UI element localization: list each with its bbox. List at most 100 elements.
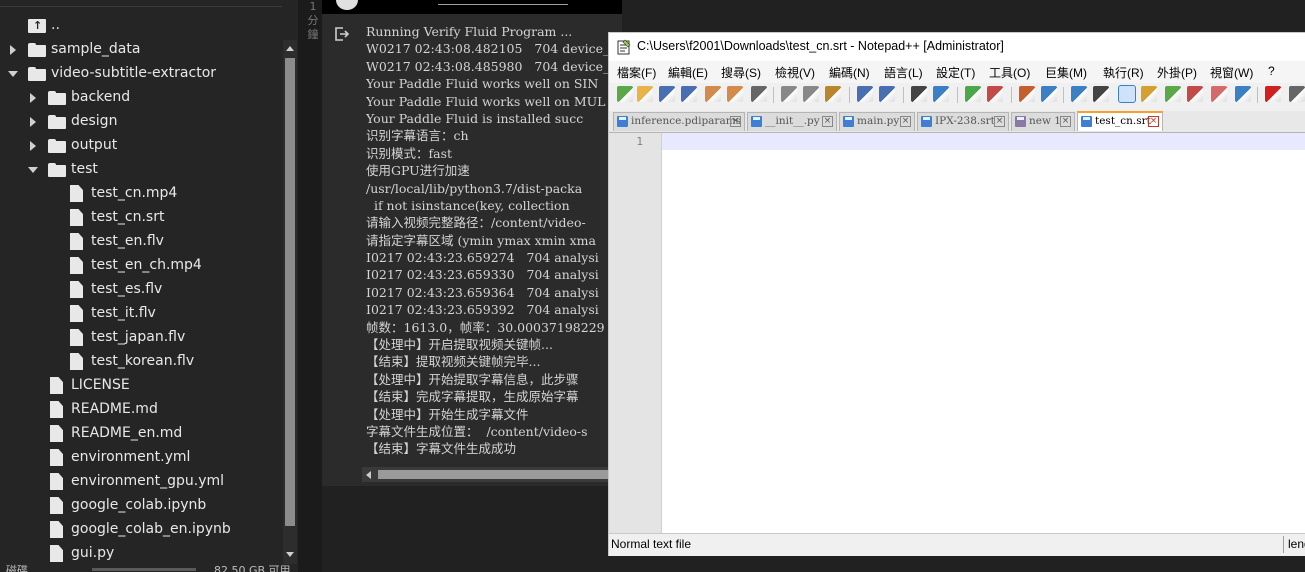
- folder-item[interactable]: backend: [0, 86, 280, 110]
- menu-item[interactable]: 視窗(W): [1210, 64, 1253, 81]
- file-item[interactable]: README_en.md: [0, 422, 280, 446]
- parent-directory-item[interactable]: ↑ ..: [0, 14, 280, 38]
- document-tab[interactable]: __init__.py ×: [747, 112, 837, 131]
- caret-down-icon[interactable]: [28, 167, 38, 173]
- scroll-up-icon[interactable]: [286, 46, 294, 51]
- sync-horizontal-icon[interactable]: [1041, 86, 1057, 102]
- menu-item[interactable]: 檔案(F): [617, 64, 656, 81]
- menu-item[interactable]: 搜尋(S): [721, 64, 761, 81]
- menu-item[interactable]: 編碼(N): [829, 64, 870, 81]
- close-file-icon[interactable]: [705, 86, 721, 102]
- file-item[interactable]: test_japan.flv: [0, 326, 280, 350]
- lang-define-icon[interactable]: [1141, 86, 1157, 102]
- copy-icon[interactable]: [803, 86, 819, 102]
- close-tab-icon[interactable]: ×: [994, 116, 1005, 127]
- document-tab[interactable]: inference.pdiparams ×: [613, 112, 745, 131]
- cut-icon[interactable]: [781, 86, 797, 102]
- file-item[interactable]: environment.yml: [0, 446, 280, 470]
- caret-right-icon[interactable]: [10, 45, 16, 55]
- tree-item-label: environment.yml: [71, 449, 191, 465]
- menu-item[interactable]: 檢視(V): [775, 64, 815, 81]
- show-all-chars-icon[interactable]: [1093, 86, 1109, 102]
- folder-item[interactable]: video-subtitle-extractor: [0, 62, 280, 86]
- save-state-icon: [751, 116, 762, 127]
- document-tab[interactable]: IPX-238.srt ×: [917, 112, 1009, 131]
- new-file-icon[interactable]: [617, 86, 633, 102]
- file-item[interactable]: google_colab_en.ipynb: [0, 518, 280, 542]
- file-item[interactable]: test_it.flv: [0, 302, 280, 326]
- file-item[interactable]: test_en.flv: [0, 230, 280, 254]
- menu-item[interactable]: 工具(O): [989, 64, 1030, 81]
- word-wrap-icon[interactable]: [1071, 86, 1087, 102]
- stop-macro-icon[interactable]: [1289, 86, 1305, 102]
- file-item[interactable]: test_es.flv: [0, 278, 280, 302]
- redo-icon[interactable]: [879, 86, 895, 102]
- document-tab[interactable]: new 1 ×: [1011, 112, 1075, 131]
- toolbar-separator: [849, 87, 850, 103]
- file-item[interactable]: google_colab.ipynb: [0, 494, 280, 518]
- close-tab-icon[interactable]: ×: [1148, 116, 1159, 127]
- folder-item[interactable]: output: [0, 134, 280, 158]
- paste-icon[interactable]: [825, 86, 841, 102]
- file-type-status: Normal text file: [611, 537, 692, 551]
- current-line-highlight[interactable]: [662, 133, 1305, 150]
- file-item[interactable]: environment_gpu.yml: [0, 470, 280, 494]
- indent-guide-icon[interactable]: [1118, 85, 1136, 103]
- file-browser-scrollbar[interactable]: [283, 40, 297, 564]
- doc-map-icon[interactable]: [1165, 86, 1181, 102]
- close-all-icon[interactable]: [727, 86, 743, 102]
- menu-item[interactable]: 語言(L): [884, 64, 923, 81]
- folder-item[interactable]: design: [0, 110, 280, 134]
- output-scrollbar-thumb[interactable]: [378, 470, 608, 479]
- caret-down-icon[interactable]: [8, 71, 18, 77]
- replace-icon[interactable]: [933, 86, 949, 102]
- save-all-icon[interactable]: [681, 86, 697, 102]
- scroll-left-icon[interactable]: [366, 471, 371, 479]
- toolbar-separator: [1063, 87, 1064, 103]
- file-item[interactable]: test_cn.srt: [0, 206, 280, 230]
- window-title-bar[interactable]: C:\Users\f2001\Downloads\test_cn.srt - N…: [609, 33, 1305, 61]
- file-item[interactable]: README.md: [0, 398, 280, 422]
- text-editor[interactable]: 1: [609, 133, 1305, 533]
- file-item[interactable]: LICENSE: [0, 374, 280, 398]
- output-redirect-icon[interactable]: [334, 26, 350, 42]
- folder-workspace-icon[interactable]: [1211, 86, 1227, 102]
- menu-item[interactable]: ?: [1268, 64, 1275, 78]
- file-item[interactable]: test_en_ch.mp4: [0, 254, 280, 278]
- document-tab[interactable]: main.py ×: [839, 112, 915, 131]
- print-icon[interactable]: [751, 86, 767, 102]
- zoom-in-icon[interactable]: [965, 86, 981, 102]
- caret-right-icon[interactable]: [30, 141, 36, 151]
- output-horizontal-scrollbar[interactable]: [362, 467, 610, 482]
- menu-item[interactable]: 編輯(E): [668, 64, 708, 81]
- caret-right-icon[interactable]: [30, 117, 36, 127]
- undo-icon[interactable]: [857, 86, 873, 102]
- document-tab[interactable]: test_cn.srt ×: [1077, 111, 1163, 131]
- scrollbar-thumb[interactable]: [285, 58, 295, 526]
- close-tab-icon[interactable]: ×: [900, 116, 911, 127]
- close-tab-icon[interactable]: ×: [730, 116, 741, 127]
- folder-item[interactable]: sample_data: [0, 38, 280, 62]
- scroll-down-icon[interactable]: [286, 552, 294, 557]
- zoom-out-icon[interactable]: [987, 86, 1003, 102]
- record-macro-icon[interactable]: [1265, 86, 1281, 102]
- menu-item[interactable]: 巨集(M): [1045, 64, 1087, 81]
- menu-item[interactable]: 設定(T): [936, 64, 975, 81]
- file-item[interactable]: test_korean.flv: [0, 350, 280, 374]
- menu-item[interactable]: 執行(R): [1103, 64, 1144, 81]
- monitor-icon[interactable]: [1235, 86, 1251, 102]
- sync-vertical-icon[interactable]: [1019, 86, 1035, 102]
- file-icon: [70, 353, 83, 370]
- folder-item[interactable]: test: [0, 158, 280, 182]
- find-icon[interactable]: [911, 86, 927, 102]
- file-item[interactable]: gui.py: [0, 542, 280, 566]
- close-tab-icon[interactable]: ×: [1060, 116, 1071, 127]
- save-icon[interactable]: [659, 86, 675, 102]
- function-list-icon[interactable]: [1187, 86, 1203, 102]
- close-tab-icon[interactable]: ×: [822, 116, 833, 127]
- file-item[interactable]: test_cn.mp4: [0, 182, 280, 206]
- caret-right-icon[interactable]: [30, 93, 36, 103]
- menu-item[interactable]: 外掛(P): [1157, 64, 1197, 81]
- open-file-icon[interactable]: [637, 86, 653, 102]
- run-cell-button[interactable]: [336, 0, 358, 10]
